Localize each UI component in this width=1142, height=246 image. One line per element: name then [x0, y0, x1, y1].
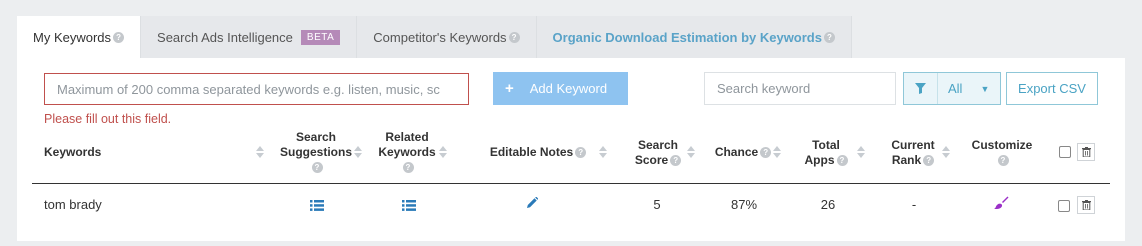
list-icon[interactable] [402, 198, 416, 216]
column-header-search-suggestions[interactable]: Search Suggestions ? [280, 130, 352, 175]
sort-icon[interactable] [773, 145, 781, 159]
sort-icon[interactable] [599, 145, 607, 159]
column-header-total-apps[interactable]: Total Apps? [800, 138, 852, 168]
sort-icon[interactable] [942, 145, 950, 159]
export-csv-button[interactable]: Export CSV [1006, 72, 1098, 105]
select-all-checkbox[interactable] [1059, 146, 1071, 158]
help-icon[interactable]: ? [760, 147, 772, 159]
column-header-editable-notes[interactable]: Editable Notes? [478, 145, 598, 160]
trash-icon [1081, 147, 1091, 157]
column-label: Apps [804, 153, 835, 167]
tab-label: Competitor's Keywords [373, 29, 507, 45]
validation-error: Please fill out this field. [44, 112, 172, 126]
help-icon[interactable]: ? [670, 155, 682, 167]
column-header-chance[interactable]: Chance? [712, 145, 774, 160]
delete-selected-button[interactable] [1077, 143, 1095, 161]
column-label: Editable Notes [489, 145, 574, 159]
beta-badge: BETA [300, 29, 341, 45]
tab-bar: My Keywords? Search Ads Intelligence BETA… [17, 16, 852, 58]
help-icon[interactable]: ? [836, 155, 848, 167]
plus-icon: + [505, 80, 514, 97]
column-label: Total [812, 138, 840, 152]
column-header-current-rank[interactable]: Current Rank? [884, 138, 942, 168]
column-label: Customize [971, 138, 1033, 152]
column-label: Related [385, 130, 429, 144]
help-icon[interactable]: ? [997, 155, 1009, 167]
keywords-input[interactable] [44, 73, 469, 105]
column-label: Score [634, 153, 669, 167]
tab-organic-download-estimation[interactable]: Organic Download Estimation by Keywords? [536, 16, 852, 58]
sort-icon[interactable] [439, 145, 447, 159]
chance-cell: 87% [730, 197, 758, 212]
add-keyword-button[interactable]: + Add Keyword [493, 72, 628, 105]
filter-icon [904, 73, 938, 104]
header-divider [32, 183, 1110, 184]
search-keyword-input[interactable] [704, 72, 896, 105]
sort-icon[interactable] [256, 145, 264, 159]
delete-row-button[interactable] [1077, 196, 1095, 214]
column-label: Suggestions [280, 145, 353, 159]
column-label: Keywords [44, 145, 102, 159]
column-label: Rank [891, 153, 922, 167]
pencil-icon[interactable] [526, 196, 539, 214]
tab-label: Organic Download Estimation by Keywords [552, 29, 822, 45]
current-rank-cell: - [911, 197, 917, 212]
help-icon[interactable]: ? [113, 31, 125, 43]
keyword-cell: tom brady [44, 197, 102, 212]
tab-label: Search Ads Intelligence [157, 29, 293, 45]
filter-value: All [948, 81, 963, 96]
column-label: Search [637, 138, 679, 152]
column-header-search-score[interactable]: Search Score? [628, 138, 688, 168]
search-score-cell: 5 [653, 197, 661, 212]
tab-competitors-keywords[interactable]: Competitor's Keywords? [357, 16, 537, 58]
help-icon[interactable]: ? [923, 155, 935, 167]
total-apps-cell: 26 [820, 197, 836, 212]
list-icon[interactable] [310, 198, 324, 216]
sort-icon[interactable] [354, 145, 362, 159]
tab-search-ads-intelligence[interactable]: Search Ads Intelligence BETA [141, 16, 358, 58]
sort-icon[interactable] [687, 145, 695, 159]
column-label: Chance [714, 145, 759, 159]
add-keyword-label: Add Keyword [529, 81, 608, 96]
column-header-related-keywords[interactable]: Related Keywords ? [374, 130, 440, 175]
help-icon[interactable]: ? [508, 31, 520, 43]
filter-dropdown[interactable]: All ▼ [903, 72, 1001, 105]
brush-icon[interactable] [993, 196, 1009, 217]
column-header-keywords[interactable]: Keywords [44, 145, 101, 160]
column-label: Keywords [378, 145, 436, 159]
row-checkbox[interactable] [1058, 200, 1070, 212]
column-header-customize: Customize ? [966, 138, 1038, 168]
tab-my-keywords[interactable]: My Keywords? [17, 16, 142, 58]
tab-label: My Keywords [33, 29, 112, 45]
column-label: Search [295, 130, 337, 144]
trash-icon [1081, 200, 1091, 210]
help-icon[interactable]: ? [575, 147, 587, 159]
help-icon[interactable]: ? [311, 162, 323, 174]
sort-icon[interactable] [857, 145, 865, 159]
caret-down-icon: ▼ [980, 83, 990, 94]
column-label: Current [891, 138, 935, 152]
help-icon[interactable]: ? [402, 162, 414, 174]
help-icon[interactable]: ? [823, 31, 835, 43]
